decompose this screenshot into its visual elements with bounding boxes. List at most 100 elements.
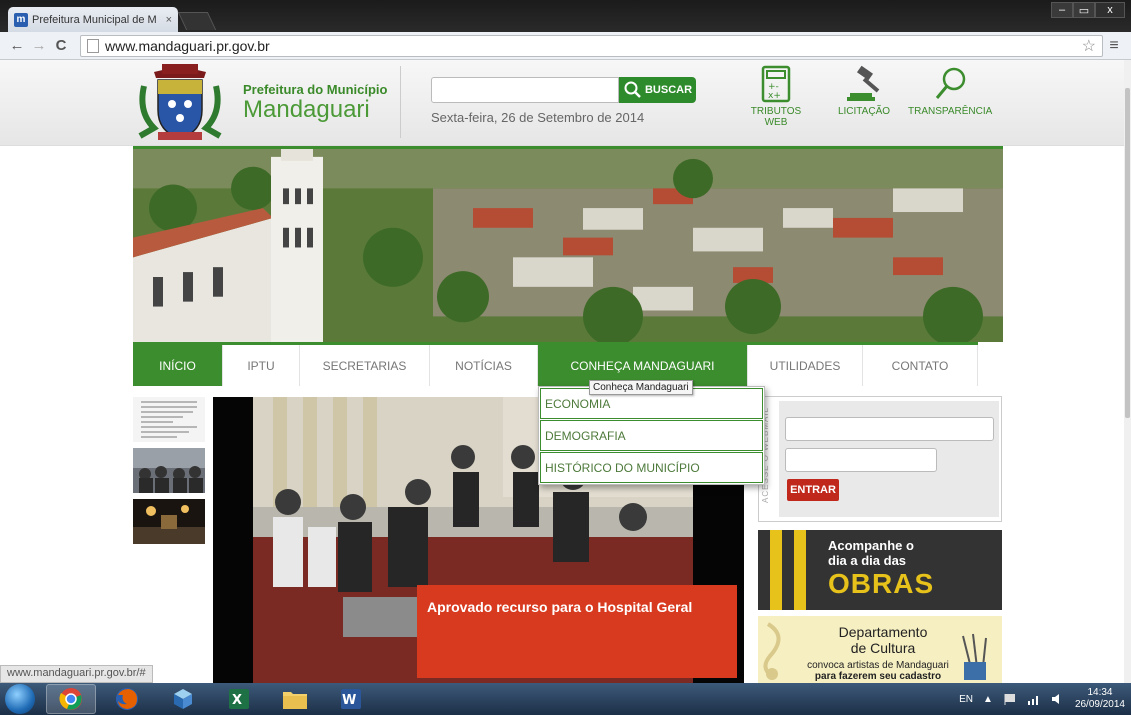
- tray-expand-icon[interactable]: ▲: [983, 694, 993, 705]
- magnifier-icon: [935, 67, 966, 99]
- back-button[interactable]: ←: [6, 37, 28, 54]
- slider-thumbnails: [133, 397, 205, 550]
- start-button[interactable]: [0, 683, 40, 715]
- cube-icon: [174, 689, 192, 709]
- clock-time: 14:34: [1087, 687, 1113, 698]
- obras-line2: dia a dia das: [828, 553, 907, 568]
- brand-line1: Prefeitura do Município: [243, 82, 388, 97]
- browser-tabbar: m Prefeitura Municipal de M × – ▭ x: [0, 0, 1131, 32]
- page-scrollbar[interactable]: [1124, 60, 1131, 683]
- enter-button[interactable]: ENTRAR: [787, 479, 839, 501]
- page-icon: [87, 38, 99, 53]
- language-indicator[interactable]: EN: [959, 694, 973, 705]
- nav-secretarias[interactable]: SECRETARIAS: [300, 345, 430, 386]
- forward-button[interactable]: →: [28, 37, 50, 54]
- taskbar-virtualbox[interactable]: [158, 684, 208, 714]
- system-clock[interactable]: 14:34 26/09/2014: [1075, 687, 1125, 711]
- nav-contato[interactable]: CONTATO: [863, 345, 978, 386]
- webmail-password-input[interactable]: [785, 448, 937, 472]
- word-icon: W: [341, 689, 361, 709]
- scrollbar-thumb[interactable]: [1125, 88, 1130, 418]
- header-divider: [400, 66, 401, 138]
- web-page: Prefeitura do Município Mandaguari BUSCA…: [0, 60, 1131, 683]
- search-button[interactable]: BUSCAR: [619, 77, 696, 103]
- taskbar-firefox[interactable]: [102, 684, 152, 714]
- tab-close-icon[interactable]: ×: [166, 14, 172, 26]
- obras-text: Acompanhe o dia a dia das: [828, 538, 914, 568]
- nav-iptu[interactable]: IPTU: [223, 345, 300, 386]
- site-brand[interactable]: Prefeitura do Município Mandaguari: [243, 82, 387, 123]
- search-icon: [624, 81, 641, 98]
- city-banner-image: [133, 146, 1003, 342]
- reload-button[interactable]: C: [50, 37, 72, 54]
- taskbar-word[interactable]: W: [326, 684, 376, 714]
- calculator-icon: +- x+: [761, 65, 791, 103]
- quick-link-licitacao-label: LICITAÇÃO: [837, 106, 891, 117]
- cultura-title: Departamento de Cultura: [798, 624, 968, 656]
- thumbnail-night-street[interactable]: [133, 499, 205, 544]
- obras-banner[interactable]: Acompanhe o dia a dia das OBRAS: [758, 530, 1002, 610]
- tab-title: Prefeitura Municipal de M: [32, 13, 157, 26]
- nav-tooltip: Conheça Mandaguari: [589, 380, 693, 395]
- taskbar-chrome[interactable]: [46, 684, 96, 714]
- thumbnail-meeting[interactable]: [133, 448, 205, 493]
- bookmark-star-icon[interactable]: ☆: [1082, 36, 1096, 56]
- close-window-button[interactable]: x: [1095, 2, 1125, 18]
- brand-line2: Mandaguari: [243, 96, 370, 123]
- current-date: Sexta-feira, 26 de Setembro de 2014: [431, 110, 645, 125]
- svg-text:W: W: [342, 693, 356, 708]
- browser-toolbar: ← → C www.mandaguari.pr.gov.br ☆ ≡: [0, 32, 1131, 60]
- quick-link-transparencia-label: TRANSPARÊNCIA: [908, 106, 993, 117]
- excel-icon: X: [229, 689, 249, 709]
- dropdown-item-historico[interactable]: HISTÓRICO DO MUNICÍPIO: [540, 452, 763, 483]
- svg-text:X: X: [232, 693, 242, 708]
- nav-noticias[interactable]: NOTÍCIAS: [430, 345, 538, 386]
- cultura-title-line2: de Cultura: [850, 640, 916, 656]
- cultura-subtitle: convoca artistas de Mandaguari para faze…: [788, 660, 968, 682]
- thumbnail-document[interactable]: [133, 397, 205, 442]
- obras-title: OBRAS: [828, 568, 935, 599]
- main-navigation: INÍCIO IPTU SECRETARIAS NOTÍCIAS CONHEÇA…: [133, 342, 978, 386]
- cultura-banner[interactable]: Departamento de Cultura convoca artistas…: [758, 616, 1002, 683]
- cultura-title-line1: Departamento: [838, 624, 928, 640]
- maximize-button[interactable]: ▭: [1073, 2, 1095, 18]
- minimize-button[interactable]: –: [1051, 2, 1073, 18]
- quick-link-tributos[interactable]: +- x+ TRIBUTOS WEB: [741, 62, 811, 128]
- window-controls: – ▭ x: [1051, 2, 1125, 18]
- browser-menu-icon[interactable]: ≡: [1103, 37, 1125, 55]
- system-tray: EN ▲ 14:34 26/09/2014: [959, 683, 1125, 715]
- search-button-label: BUSCAR: [644, 84, 693, 96]
- webmail-user-input[interactable]: [785, 417, 994, 441]
- chrome-icon: [59, 688, 82, 710]
- svg-text:x+: x+: [768, 91, 781, 101]
- new-tab-button[interactable]: [177, 12, 217, 30]
- slider-caption[interactable]: Aprovado recurso para o Hospital Geral: [417, 585, 737, 678]
- volume-icon[interactable]: [1051, 693, 1065, 705]
- browser-tab[interactable]: m Prefeitura Municipal de M ×: [8, 7, 178, 32]
- dropdown-item-demografia[interactable]: DEMOGRAFIA: [540, 420, 763, 451]
- windows-taskbar: X W EN ▲ 14:34 26/09/2014: [0, 683, 1131, 715]
- nav-inicio[interactable]: INÍCIO: [133, 345, 223, 386]
- taskbar-excel[interactable]: X: [214, 684, 264, 714]
- webmail-login-box: ACESSE O WEBMAIL ENTRAR: [758, 396, 1002, 522]
- conheca-dropdown-menu: ECONOMIA DEMOGRAFIA HISTÓRICO DO MUNICÍP…: [538, 386, 765, 485]
- windows-orb-icon: [5, 684, 35, 714]
- quick-link-licitacao[interactable]: LICITAÇÃO: [834, 62, 894, 117]
- quick-link-transparencia[interactable]: TRANSPARÊNCIA: [908, 62, 992, 117]
- signal-icon[interactable]: [1027, 693, 1041, 705]
- site-header: Prefeitura do Município Mandaguari BUSCA…: [0, 60, 1131, 146]
- firefox-icon: [116, 688, 138, 710]
- folder-icon: [283, 692, 307, 709]
- link-status-bar: www.mandaguari.pr.gov.br/#: [0, 665, 153, 683]
- nav-utilidades[interactable]: UTILIDADES: [748, 345, 863, 386]
- gavel-icon: [847, 65, 880, 101]
- quick-link-tributos-label: TRIBUTOS WEB: [750, 106, 802, 128]
- address-url: www.mandaguari.pr.gov.br: [105, 37, 270, 54]
- address-bar[interactable]: www.mandaguari.pr.gov.br ☆: [80, 34, 1103, 57]
- municipal-crest-icon[interactable]: [134, 62, 226, 144]
- taskbar-explorer[interactable]: [270, 684, 320, 714]
- clock-date: 26/09/2014: [1074, 699, 1125, 710]
- search-input[interactable]: [431, 77, 619, 103]
- flag-icon[interactable]: [1003, 692, 1017, 706]
- cultura-sub-line1: convoca artistas de Mandaguari: [807, 660, 949, 671]
